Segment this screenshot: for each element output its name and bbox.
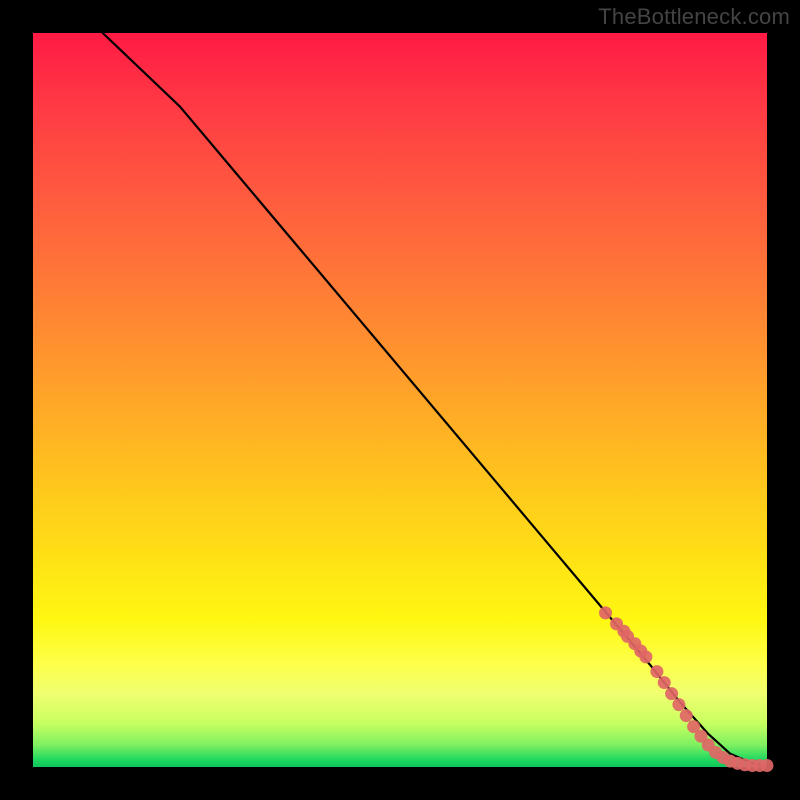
watermark-text: TheBottleneck.com bbox=[598, 4, 790, 30]
plot-gradient-background bbox=[33, 33, 767, 767]
chart-container: TheBottleneck.com bbox=[0, 0, 800, 800]
